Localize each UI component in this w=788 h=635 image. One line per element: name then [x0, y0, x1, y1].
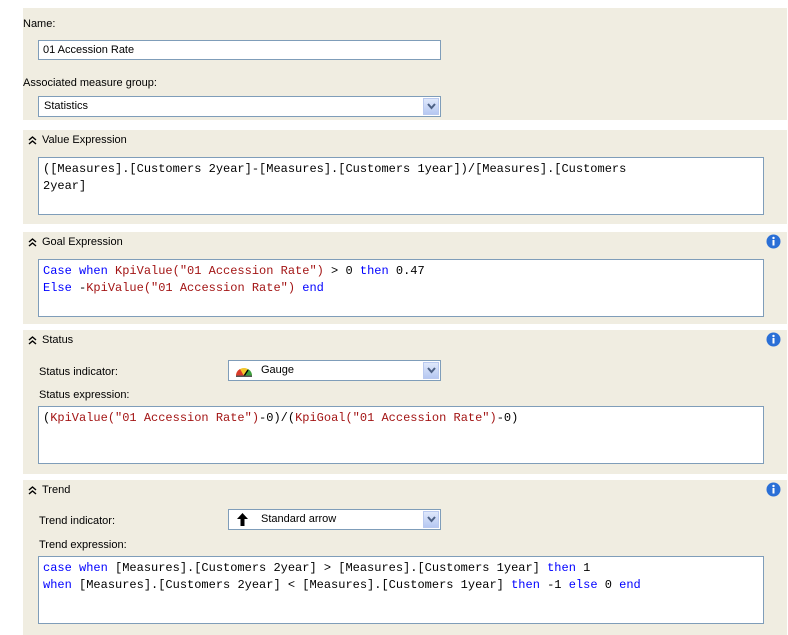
trend-indicator-label: Trend indicator:	[39, 515, 116, 527]
status-expression-line: (KpiValue("01 Accession Rate")-0)/(KpiGo…	[43, 411, 518, 425]
trend-indicator-value: Standard arrow	[261, 513, 337, 525]
code-keyword: end	[619, 578, 641, 592]
status-expression-editor[interactable]: (KpiValue("01 Accession Rate")-0)/(KpiGo…	[38, 406, 764, 464]
code-text: 0	[597, 578, 620, 592]
measure-group-value: Statistics	[44, 100, 89, 112]
code-keyword: Else	[43, 281, 72, 295]
code-keyword: then	[511, 578, 540, 592]
trend-indicator-select[interactable]: Standard arrow	[228, 509, 441, 530]
code-keyword: else	[568, 578, 598, 592]
code-text: -1	[539, 578, 569, 592]
value-expression-section: Value Expression ([Measures].[Customers …	[23, 130, 787, 224]
trend-expression-line: case when [Measures].[Customers 2year] >…	[43, 561, 590, 575]
value-expression-line: 2year]	[43, 179, 87, 193]
trend-title: Trend	[42, 484, 71, 496]
code-keyword: case when	[43, 561, 108, 575]
goal-expression-editor[interactable]: Case when KpiValue("01 Accession Rate") …	[38, 259, 764, 317]
status-indicator-select[interactable]: Gauge	[228, 360, 441, 381]
goal-expression-header[interactable]: Goal Expression	[23, 232, 787, 254]
code-keyword: then	[547, 561, 576, 575]
gauge-icon	[235, 368, 253, 377]
code-function: KpiValue("01 Accession Rate")	[115, 264, 324, 278]
trend-expression-line: when [Measures].[Customers 2year] < [Mea…	[43, 578, 641, 592]
measure-group-label: Associated measure group:	[23, 77, 157, 89]
chevron-down-icon	[427, 103, 436, 110]
value-expression-editor[interactable]: ([Measures].[Customers 2year]-[Measures]…	[38, 157, 764, 215]
trend-expression-editor[interactable]: case when [Measures].[Customers 2year] >…	[38, 556, 764, 624]
code-keyword: end	[302, 281, 324, 295]
code-text: -0)	[496, 411, 519, 425]
status-indicator-label: Status indicator:	[39, 366, 118, 378]
goal-expression-line: Case when KpiValue("01 Accession Rate") …	[43, 264, 425, 278]
goal-expression-title: Goal Expression	[42, 236, 123, 248]
status-section: Status Status indicator: Gauge Status ex…	[23, 330, 787, 474]
status-indicator-dropdown-button[interactable]	[423, 362, 439, 379]
info-icon[interactable]	[766, 482, 781, 497]
name-label: Name:	[23, 18, 56, 30]
code-function: KpiValue("01 Accession Rate")	[86, 281, 296, 295]
status-title: Status	[42, 334, 74, 346]
code-text: 0.47	[388, 264, 425, 278]
code-text: 1	[575, 561, 591, 575]
value-expression-line: ([Measures].[Customers 2year]-[Measures]…	[43, 162, 627, 176]
code-text: [Measures].[Customers 2year] > [Measures…	[107, 561, 548, 575]
trend-expression-label: Trend expression:	[39, 539, 127, 551]
status-indicator-value: Gauge	[261, 364, 295, 376]
code-text: -	[71, 281, 87, 295]
value-expression-header[interactable]: Value Expression	[23, 130, 787, 152]
code-keyword: then	[359, 264, 389, 278]
code-text: > 0	[323, 264, 360, 278]
double-chevron-up-icon[interactable]	[28, 136, 37, 145]
name-input[interactable]: 01 Accession Rate	[38, 40, 441, 60]
double-chevron-up-icon[interactable]	[28, 486, 37, 495]
kpi-properties-panel: Name: 01 Accession Rate Associated measu…	[23, 8, 787, 120]
trend-header[interactable]: Trend	[23, 480, 787, 502]
code-function: KpiGoal("01 Accession Rate")	[295, 411, 497, 425]
trend-section: Trend Trend indicator: Standard arrow Tr…	[23, 480, 787, 635]
arrow-up-icon	[237, 513, 248, 526]
double-chevron-up-icon[interactable]	[28, 336, 37, 345]
code-text: [Measures].[Customers 2year] < [Measures…	[71, 578, 512, 592]
goal-expression-line: Else -KpiValue("01 Accession Rate") end	[43, 281, 324, 295]
measure-group-select[interactable]: Statistics	[38, 96, 441, 117]
chevron-down-icon	[427, 367, 436, 374]
info-icon[interactable]	[766, 234, 781, 249]
status-header[interactable]: Status	[23, 330, 787, 352]
code-text: -0)/(	[259, 411, 296, 425]
measure-group-dropdown-button[interactable]	[423, 98, 439, 115]
value-expression-title: Value Expression	[42, 134, 127, 146]
code-keyword: Case when	[43, 264, 116, 278]
chevron-down-icon	[427, 516, 436, 523]
code-function: KpiValue("01 Accession Rate")	[50, 411, 260, 425]
code-keyword: when	[43, 578, 72, 592]
trend-indicator-dropdown-button[interactable]	[423, 511, 439, 528]
goal-expression-section: Goal Expression Case when KpiValue("01 A…	[23, 232, 787, 324]
status-expression-label: Status expression:	[39, 389, 130, 401]
double-chevron-up-icon[interactable]	[28, 238, 37, 247]
info-icon[interactable]	[766, 332, 781, 347]
